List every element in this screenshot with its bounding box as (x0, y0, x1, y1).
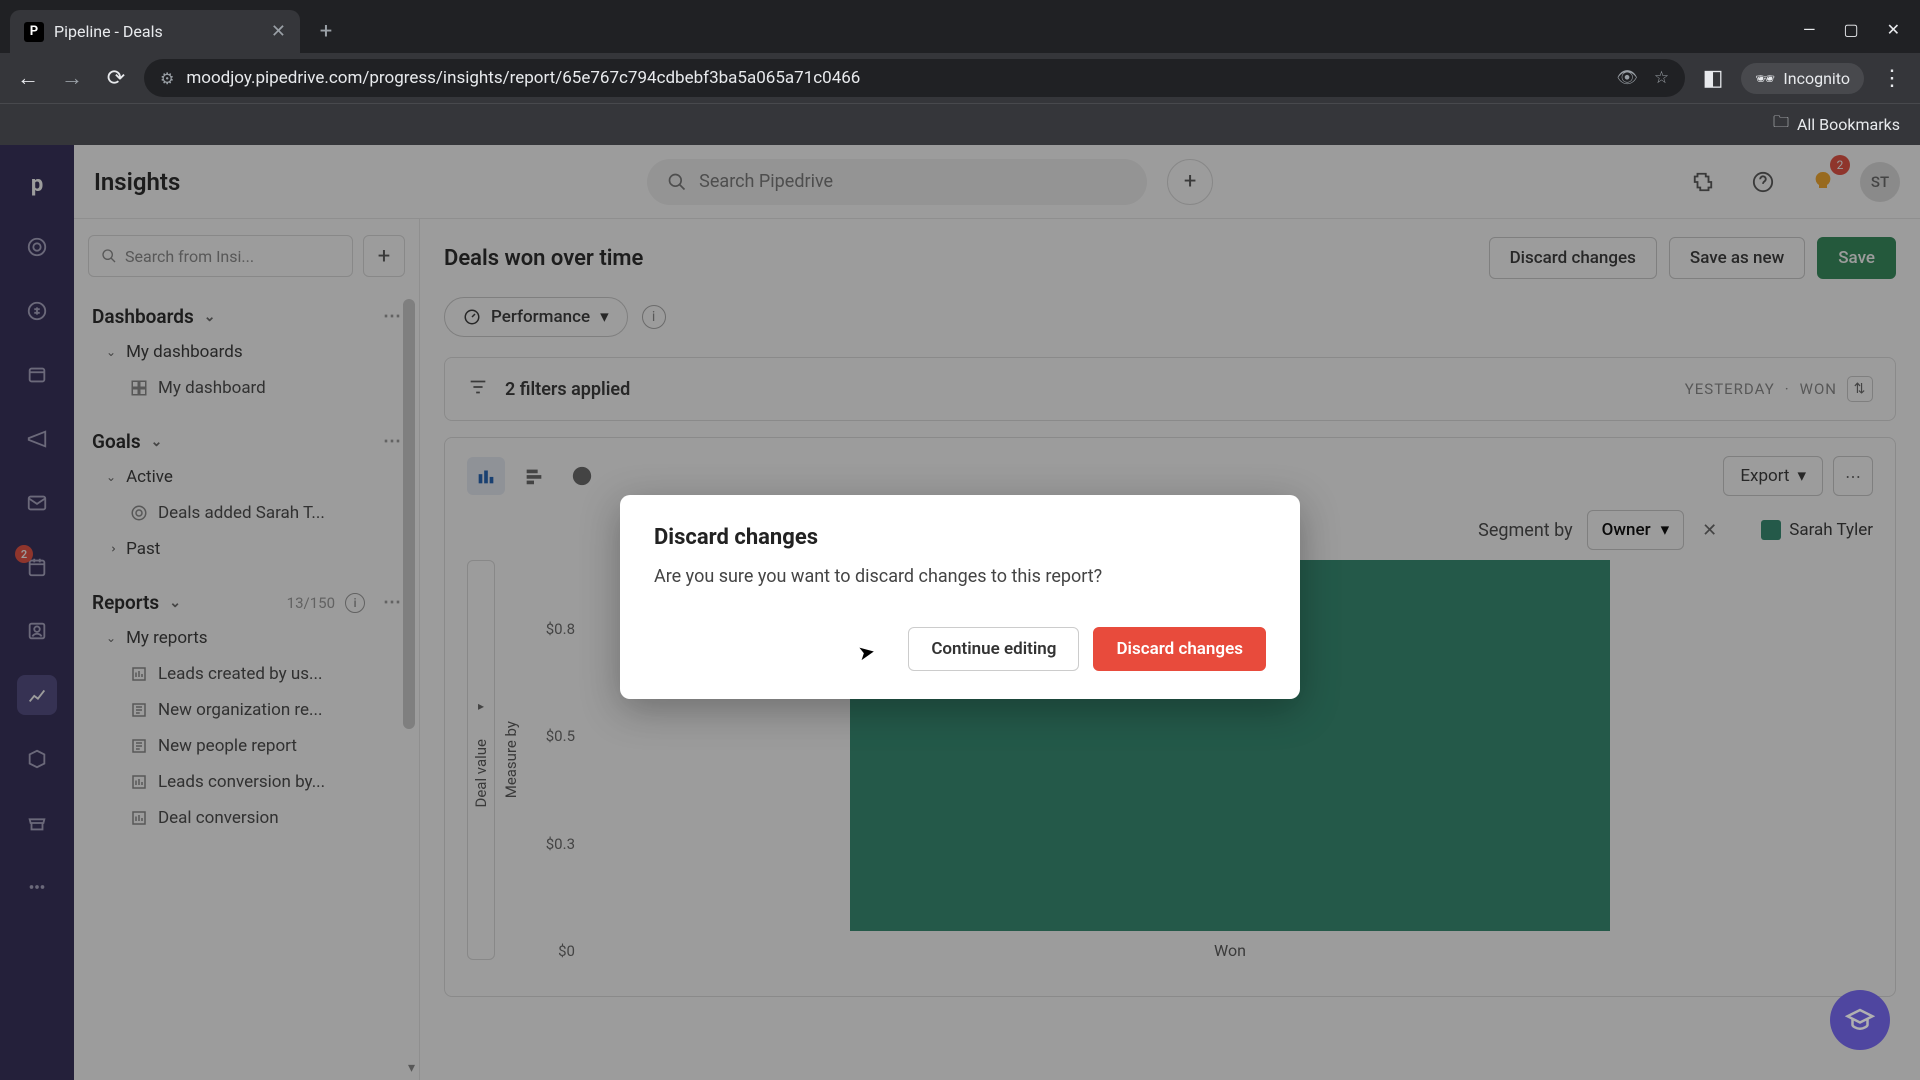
minimize-icon[interactable]: — (1803, 20, 1816, 39)
incognito-icon: 🕶 (1755, 69, 1775, 88)
bookmark-star-icon[interactable]: ☆ (1654, 68, 1669, 88)
bookmarks-link[interactable]: All Bookmarks (1797, 115, 1900, 134)
browser-menu-icon[interactable]: ⋮ (1876, 62, 1908, 94)
modal-title: Discard changes (654, 525, 1266, 550)
url-text: moodjoy.pipedrive.com/progress/insights/… (186, 68, 860, 88)
tab-title: Pipeline - Deals (54, 22, 163, 41)
window-controls: — ▢ ✕ (1803, 20, 1910, 53)
reload-button[interactable]: ⟳ (100, 62, 132, 94)
maximize-icon[interactable]: ▢ (1843, 20, 1858, 39)
discard-changes-confirm-button[interactable]: Discard changes (1093, 627, 1266, 671)
visibility-off-icon[interactable]: 👁 (1616, 68, 1638, 88)
browser-toolbar: ← → ⟳ ⚙ moodjoy.pipedrive.com/progress/i… (0, 53, 1920, 103)
browser-tab[interactable]: P Pipeline - Deals ✕ (10, 10, 300, 53)
tab-close-icon[interactable]: ✕ (271, 21, 286, 42)
continue-editing-button[interactable]: Continue editing (908, 627, 1079, 671)
modal-body: Are you sure you want to discard changes… (654, 566, 1266, 587)
incognito-indicator[interactable]: 🕶 Incognito (1741, 63, 1864, 94)
discard-changes-modal: Discard changes Are you sure you want to… (620, 495, 1300, 699)
close-window-icon[interactable]: ✕ (1887, 20, 1900, 39)
browser-tab-strip: P Pipeline - Deals ✕ + — ▢ ✕ (0, 0, 1920, 53)
new-tab-button[interactable]: + (308, 13, 344, 49)
bookmarks-bar: 🗀 All Bookmarks (0, 103, 1920, 145)
incognito-label: Incognito (1783, 69, 1850, 88)
site-settings-icon[interactable]: ⚙ (160, 69, 174, 88)
back-button[interactable]: ← (12, 62, 44, 94)
modal-backdrop[interactable]: Discard changes Are you sure you want to… (0, 145, 1920, 1080)
forward-button[interactable]: → (56, 62, 88, 94)
folder-icon: 🗀 (1773, 111, 1789, 138)
address-bar[interactable]: ⚙ moodjoy.pipedrive.com/progress/insight… (144, 59, 1685, 97)
side-panel-icon[interactable]: ◧ (1697, 62, 1729, 94)
tab-favicon: P (24, 22, 44, 42)
